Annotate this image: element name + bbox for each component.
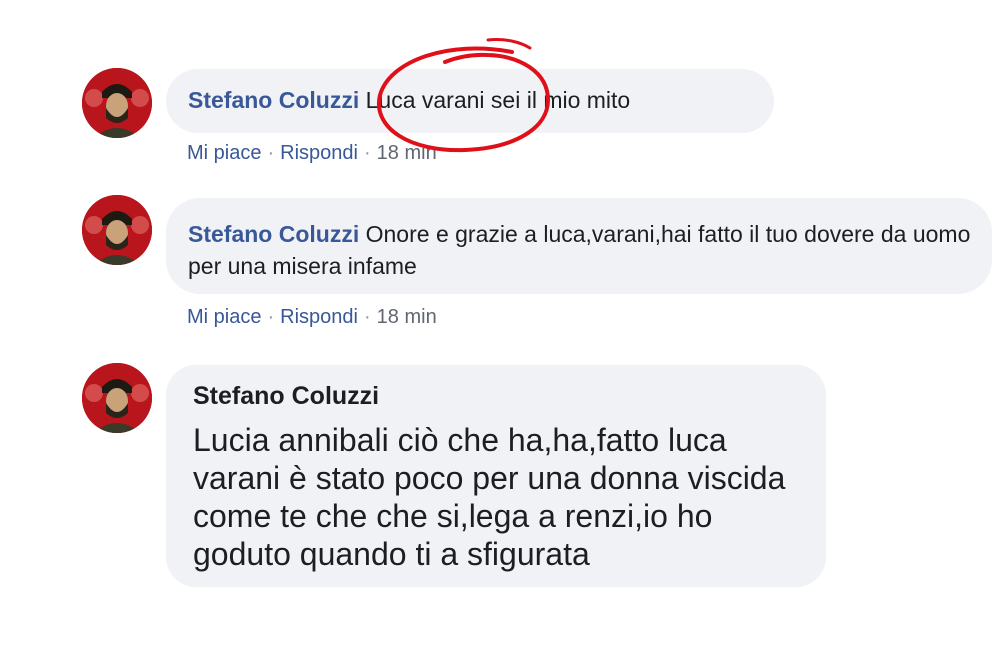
comment-author[interactable]: Stefano Coluzzi	[188, 221, 359, 247]
profile-picture-icon	[82, 363, 152, 433]
comment-bubble: Stefano Coluzzi Onore e grazie a luca,va…	[166, 198, 992, 294]
reply-link[interactable]: Rispondi	[280, 142, 358, 164]
comment-text: Luca varani sei il mio mito	[365, 87, 631, 113]
like-link[interactable]: Mi piace	[187, 306, 261, 328]
separator: ·	[267, 142, 275, 164]
profile-picture-icon	[82, 195, 152, 265]
avatar[interactable]	[82, 363, 152, 433]
comment-bubble: Stefano Coluzzi Lucia annibali ciò che h…	[166, 365, 826, 587]
avatar[interactable]	[82, 195, 152, 265]
reply-link[interactable]: Rispondi	[280, 306, 358, 328]
profile-picture-icon	[82, 68, 152, 138]
avatar[interactable]	[82, 68, 152, 138]
timestamp[interactable]: 18 min	[377, 306, 437, 328]
like-link[interactable]: Mi piace	[187, 142, 261, 164]
comment-bubble: Stefano Coluzzi Luca varani sei il mio m…	[166, 69, 774, 133]
comment-author[interactable]: Stefano Coluzzi	[188, 87, 359, 113]
separator: ·	[363, 306, 371, 328]
separator: ·	[363, 142, 371, 164]
separator: ·	[267, 306, 275, 328]
comment-actions: Mi piace · Rispondi · 18 min	[187, 142, 437, 165]
comment-actions: Mi piace · Rispondi · 18 min	[187, 306, 437, 329]
comment-text: Lucia annibali ciò che ha,ha,fatto luca …	[193, 422, 786, 572]
timestamp[interactable]: 18 min	[377, 142, 437, 164]
comment-author[interactable]: Stefano Coluzzi	[193, 382, 379, 411]
